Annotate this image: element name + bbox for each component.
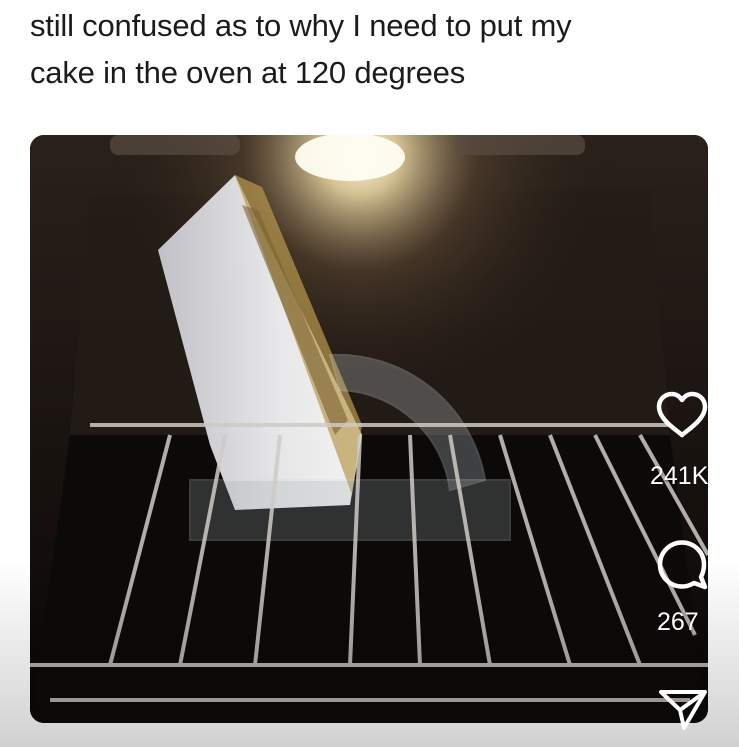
- post-image[interactable]: [30, 135, 708, 723]
- oven-light-glow: [30, 135, 708, 723]
- heart-icon: [656, 391, 708, 438]
- like-button[interactable]: [655, 391, 709, 441]
- post-caption: still confused as to why I need to put m…: [30, 2, 720, 96]
- comment-bubble-icon: [657, 540, 708, 590]
- likes-count: 241K: [650, 462, 709, 490]
- send-icon: [659, 690, 707, 730]
- caption-line-2: cake in the oven at 120 degrees: [30, 55, 466, 90]
- caption-line-1: still confused as to why I need to put m…: [30, 8, 572, 43]
- comments-count: 267: [657, 608, 699, 636]
- oven-photo-illustration: [30, 135, 708, 723]
- share-button[interactable]: [658, 688, 708, 732]
- comment-button[interactable]: [655, 537, 709, 591]
